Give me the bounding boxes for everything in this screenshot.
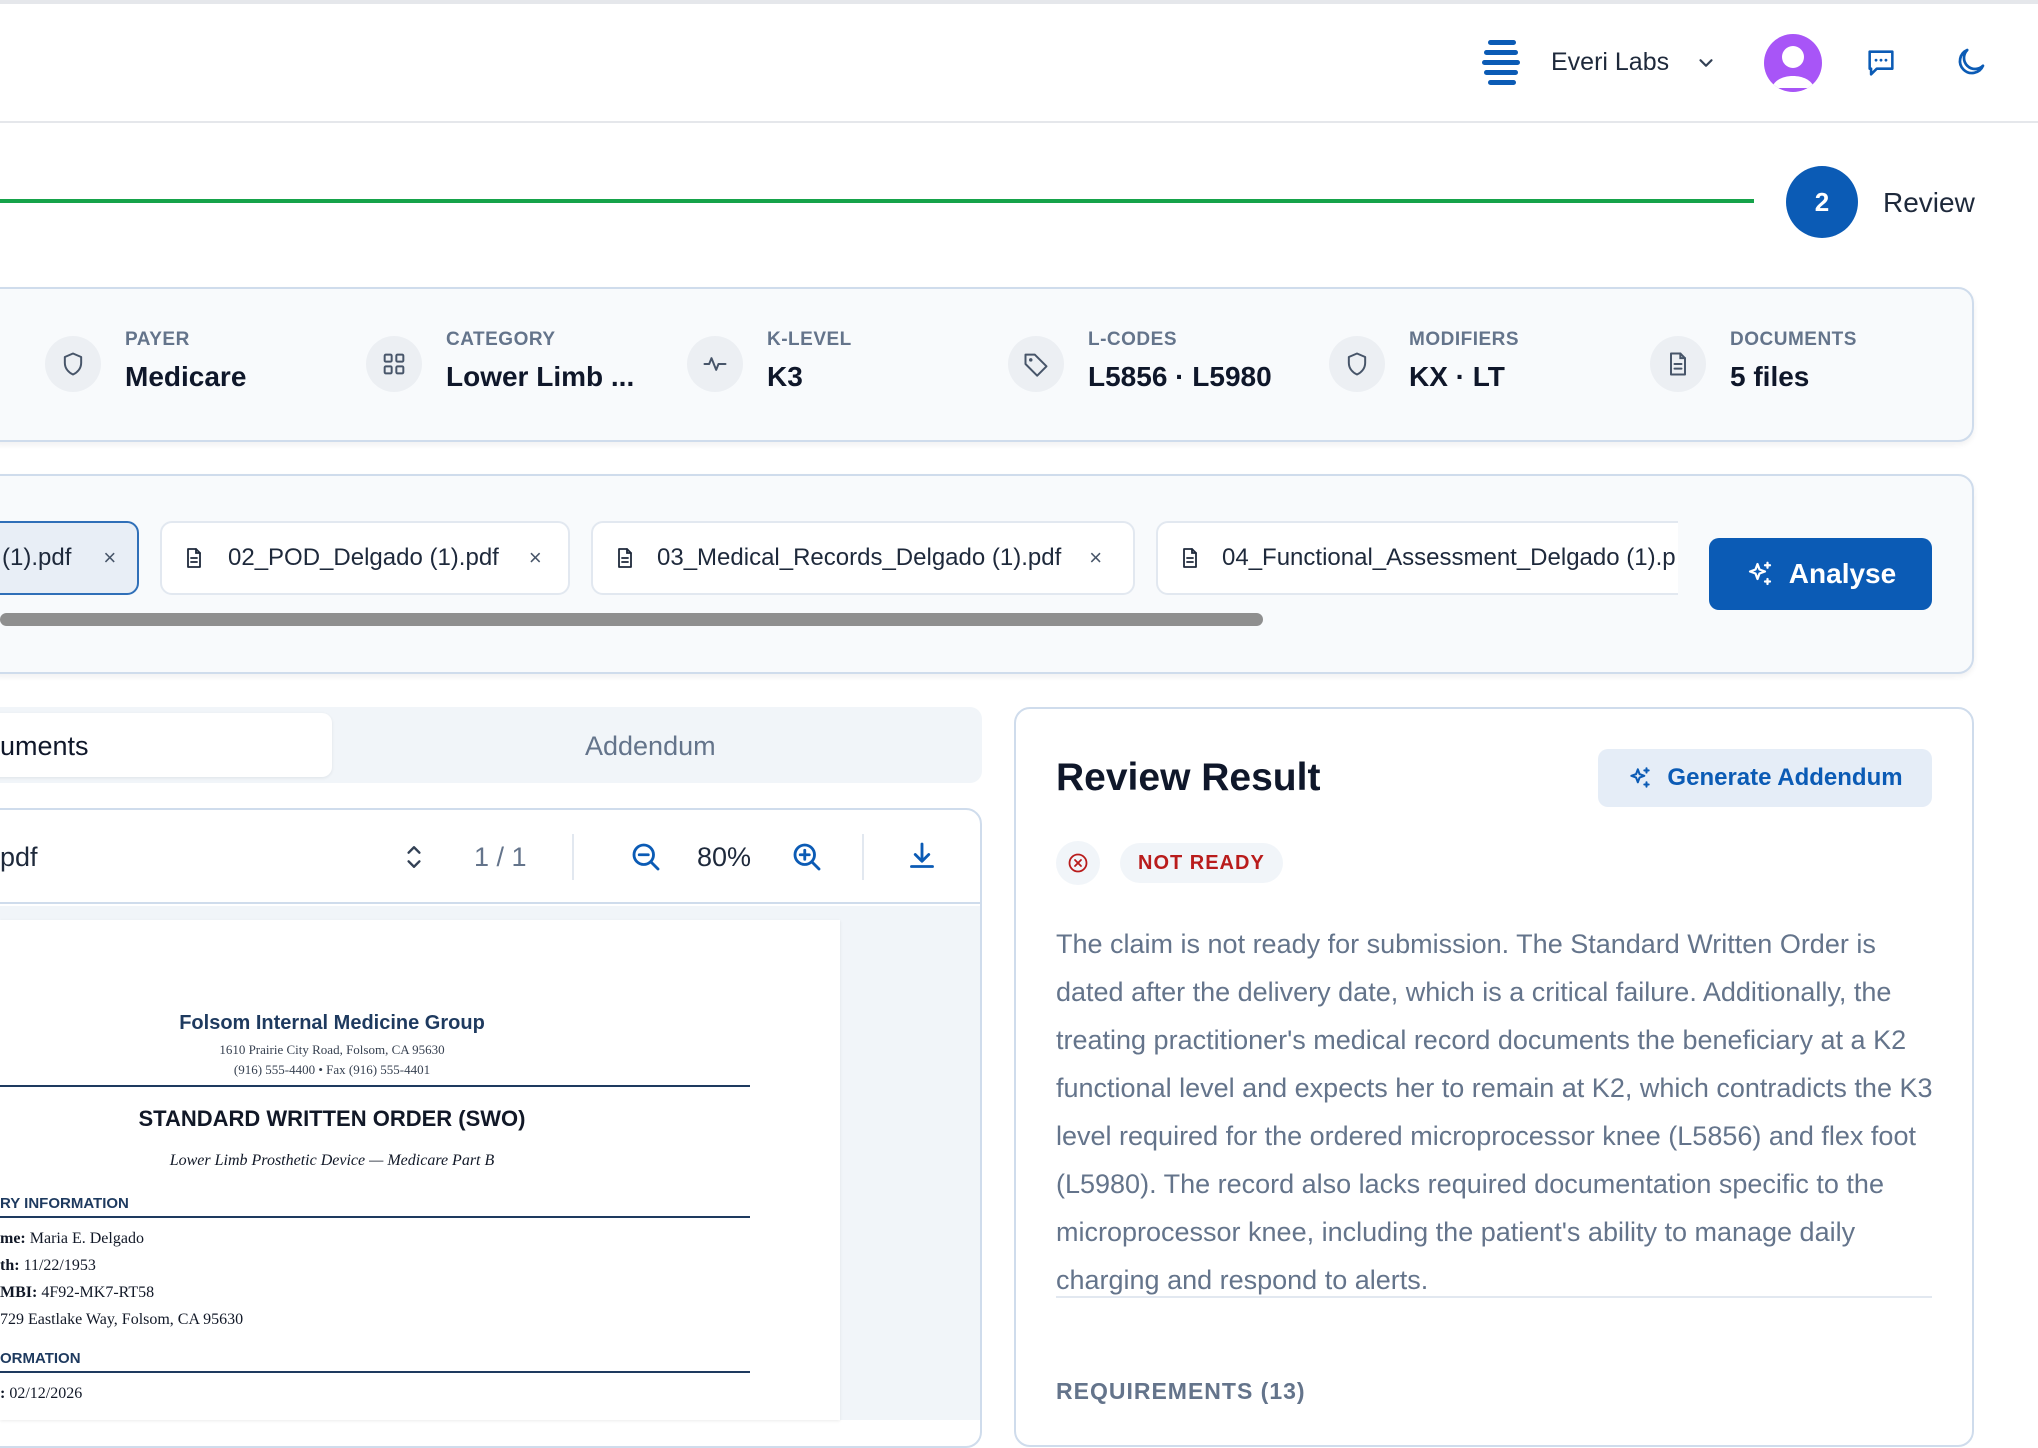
message-icon[interactable] <box>1864 46 1898 80</box>
zoom-in-icon[interactable] <box>789 839 825 875</box>
file-chip[interactable]: (1).pdf × <box>0 521 139 595</box>
page-indicator: 1 / 1 <box>474 842 527 872</box>
progress-line <box>0 199 1754 203</box>
payer-label: PAYER <box>125 329 190 350</box>
analyse-button[interactable]: Analyse <box>1709 538 1932 610</box>
file-chips-strip[interactable]: (1).pdf × 02_POD_Delgado (1).pdf × 03_Me… <box>0 518 1678 598</box>
file-chip-name: 02_POD_Delgado (1).pdf <box>228 544 499 571</box>
step-2-label: Review <box>1883 187 1975 218</box>
pdf-doc-subtitle: Lower Limb Prosthetic Device — Medicare … <box>169 1152 495 1169</box>
modifiers-value: KX · LT <box>1409 361 1505 392</box>
sparkles-icon <box>1745 559 1775 589</box>
analyse-label: Analyse <box>1788 558 1897 589</box>
file-chip[interactable]: 03_Medical_Records_Delgado (1).pdf × <box>591 521 1135 595</box>
pdf-page: Folsom Internal Medicine Group 1610 Prai… <box>0 920 840 1420</box>
chevron-down-icon[interactable] <box>1695 52 1717 74</box>
step-2-indicator[interactable]: 2 <box>1786 166 1858 238</box>
file-chip-name: 04_Functional_Assessment_Delgado (1).p <box>1222 544 1676 571</box>
shield-icon <box>1329 336 1385 392</box>
review-summary-text: The claim is not ready for submission. T… <box>1056 929 1933 1295</box>
status-badge: NOT READY <box>1120 843 1283 883</box>
org-switcher-name[interactable]: Everi Labs <box>1551 48 1669 77</box>
tab-documents-label[interactable]: uments <box>0 731 89 762</box>
close-icon[interactable]: × <box>103 545 116 571</box>
shield-icon <box>45 336 101 392</box>
close-icon[interactable]: × <box>529 545 542 571</box>
user-avatar-icon[interactable] <box>1764 34 1822 92</box>
l-codes-value: L5856 · L5980 <box>1088 361 1272 392</box>
x-circle-icon <box>1056 841 1100 885</box>
sparkles-icon <box>1627 765 1653 791</box>
pdf-section-heading: ORMATION <box>0 1350 81 1367</box>
payer-value: Medicare <box>125 361 247 392</box>
generate-addendum-label: Generate Addendum <box>1667 764 1903 791</box>
pdf-rule <box>0 1085 750 1087</box>
category-label: CATEGORY <box>446 329 556 350</box>
generate-addendum-button[interactable]: Generate Addendum <box>1598 749 1932 807</box>
document-icon <box>613 545 637 571</box>
documents-value: 5 files <box>1730 361 1810 392</box>
toolbar-divider <box>862 834 864 880</box>
zoom-out-icon[interactable] <box>628 839 664 875</box>
chevron-up-down-icon[interactable] <box>401 840 427 874</box>
pdf-section-heading: RY INFORMATION <box>0 1195 129 1212</box>
file-chip[interactable]: 04_Functional_Assessment_Delgado (1).p <box>1156 521 1678 595</box>
horizontal-scrollbar[interactable] <box>0 613 1263 626</box>
file-chip-name: 03_Medical_Records_Delgado (1).pdf <box>657 544 1062 571</box>
documents-label: DOCUMENTS <box>1730 329 1857 350</box>
tab-addendum[interactable]: Addendum <box>585 731 716 762</box>
document-icon <box>1650 336 1706 392</box>
close-icon[interactable]: × <box>1089 545 1102 571</box>
zoom-level: 80% <box>697 842 752 872</box>
review-result-title: Review Result <box>1056 756 1321 799</box>
document-icon <box>182 545 206 571</box>
modifiers-label: MODIFIERS <box>1409 329 1520 350</box>
pdf-phone: (916) 555-4400 • Fax (916) 555-4401 <box>233 1062 431 1077</box>
tag-icon <box>1008 336 1064 392</box>
k-level-value: K3 <box>767 361 803 392</box>
pdf-rule <box>0 1371 750 1373</box>
file-chip-name: (1).pdf <box>2 544 72 571</box>
pdf-field: me: Maria E. Delgado <box>0 1230 144 1247</box>
k-level-label: K-LEVEL <box>767 329 852 350</box>
pdf-doc-title: STANDARD WRITTEN ORDER (SWO) <box>138 1106 526 1131</box>
pdf-field: : 02/12/2026 <box>0 1385 83 1402</box>
moon-icon[interactable] <box>1953 44 1989 80</box>
file-chip[interactable]: 02_POD_Delgado (1).pdf × <box>160 521 570 595</box>
document-icon <box>1178 545 1202 571</box>
pdf-rule <box>0 1216 750 1218</box>
stacked-bars-logo-icon <box>1482 40 1522 88</box>
pdf-field: th: 11/22/1953 <box>0 1257 96 1274</box>
toolbar-divider <box>572 834 574 880</box>
l-codes-label: L-CODES <box>1088 329 1177 350</box>
activity-icon <box>687 336 743 392</box>
category-value: Lower Limb ... <box>446 361 635 392</box>
requirements-heading[interactable]: REQUIREMENTS (13) <box>1056 1378 1306 1405</box>
pdf-address: 1610 Prairie City Road, Folsom, CA 95630 <box>219 1042 445 1057</box>
pdf-file-select[interactable]: pdf <box>0 842 38 873</box>
download-icon[interactable] <box>904 838 940 874</box>
divider <box>1056 1296 1932 1298</box>
pdf-field: MBI: 4F92-MK7-RT58 <box>0 1284 155 1301</box>
pdf-org-name: Folsom Internal Medicine Group <box>179 1012 485 1034</box>
pdf-field: 729 Eastlake Way, Folsom, CA 95630 <box>0 1311 244 1328</box>
grid-icon <box>366 336 422 392</box>
top-bar <box>0 4 2038 123</box>
